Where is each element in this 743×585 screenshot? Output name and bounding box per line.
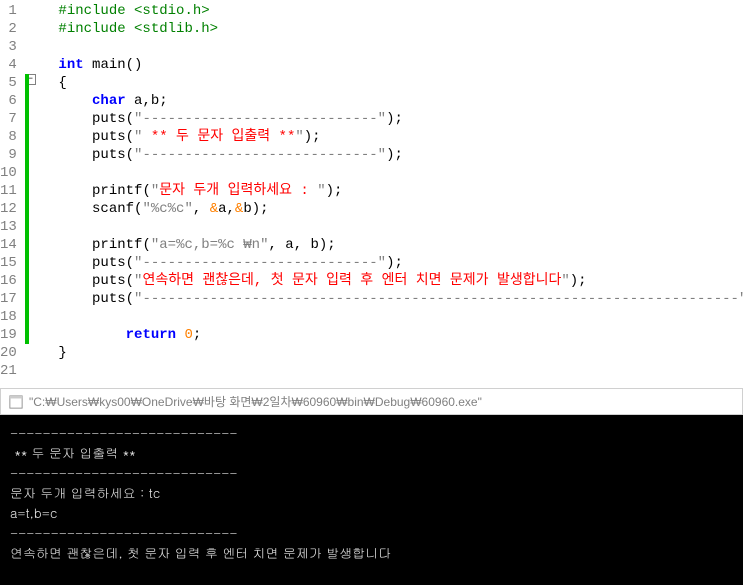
line-number: 4 [0, 56, 17, 74]
console-line: ---------------------------- [10, 523, 733, 543]
line-number: 3 [0, 38, 17, 56]
line-number: 20 [0, 344, 17, 362]
code-line[interactable]: puts("----------------------------"); [25, 146, 743, 164]
line-number-gutter: 123456789101112131415161718192021 [0, 0, 25, 380]
console-line: 문자 두개 입력하세요 : tc [10, 483, 733, 503]
code-line[interactable]: puts("연속하면 괜찮은데, 첫 문자 입력 후 엔터 치면 문제가 발생합… [25, 272, 743, 290]
console-output[interactable]: ---------------------------- ** 두 문자 입출력… [0, 415, 743, 585]
code-line[interactable] [25, 164, 743, 182]
console-line: a=t,b=c [10, 503, 733, 523]
code-line[interactable]: } [25, 344, 743, 362]
console-title-bar: "C:₩Users₩kys00₩OneDrive₩바탕 화면₩2일차₩60960… [0, 388, 743, 415]
code-line[interactable]: scanf("%c%c", &a,&b); [25, 200, 743, 218]
code-line[interactable]: printf("a=%c,b=%c ₩n", a, b); [25, 236, 743, 254]
console-line: 연속하면 괜찮은데, 첫 문자 입력 후 엔터 치면 문제가 발생합니다 [10, 543, 733, 563]
line-number: 15 [0, 254, 17, 272]
line-number: 11 [0, 182, 17, 200]
modified-range [25, 74, 29, 344]
code-line[interactable] [25, 362, 743, 380]
console-panel: "C:₩Users₩kys00₩OneDrive₩바탕 화면₩2일차₩60960… [0, 388, 743, 585]
code-line[interactable]: int main() [25, 56, 743, 74]
console-line: ---------------------------- [10, 463, 733, 483]
code-line[interactable]: #include <stdio.h> [25, 2, 743, 20]
code-line[interactable]: puts(" ** 두 문자 입출력 **"); [25, 128, 743, 146]
line-number: 21 [0, 362, 17, 380]
line-number: 8 [0, 128, 17, 146]
line-number: 9 [0, 146, 17, 164]
line-number: 12 [0, 200, 17, 218]
line-number: 14 [0, 236, 17, 254]
console-line: ** 두 문자 입출력 ** [10, 443, 733, 463]
code-line[interactable]: puts("----------------------------"); [25, 110, 743, 128]
code-line[interactable]: return 0; [25, 326, 743, 344]
code-line[interactable]: puts("----------------------------------… [25, 290, 743, 308]
line-number: 16 [0, 272, 17, 290]
console-title-text: "C:₩Users₩kys00₩OneDrive₩바탕 화면₩2일차₩60960… [29, 393, 482, 410]
code-line[interactable]: #include <stdlib.h> [25, 20, 743, 38]
line-number: 6 [0, 92, 17, 110]
code-line[interactable] [25, 308, 743, 326]
line-number: 2 [0, 20, 17, 38]
line-number: 1 [0, 2, 17, 20]
line-number: 19 [0, 326, 17, 344]
console-line: ---------------------------- [10, 423, 733, 443]
code-line[interactable]: { [25, 74, 743, 92]
line-number: 5 [0, 74, 17, 92]
line-number: 18 [0, 308, 17, 326]
code-area[interactable]: #include <stdio.h> #include <stdlib.h> i… [25, 0, 743, 380]
app-icon [9, 395, 23, 409]
code-line[interactable] [25, 218, 743, 236]
line-number: 7 [0, 110, 17, 128]
code-editor[interactable]: 123456789101112131415161718192021 − #inc… [0, 0, 743, 380]
line-number: 17 [0, 290, 17, 308]
line-number: 13 [0, 218, 17, 236]
code-line[interactable]: puts("----------------------------"); [25, 254, 743, 272]
code-line[interactable]: char a,b; [25, 92, 743, 110]
code-line[interactable]: printf("문자 두개 입력하세요 : "); [25, 182, 743, 200]
line-number: 10 [0, 164, 17, 182]
code-line[interactable] [25, 38, 743, 56]
